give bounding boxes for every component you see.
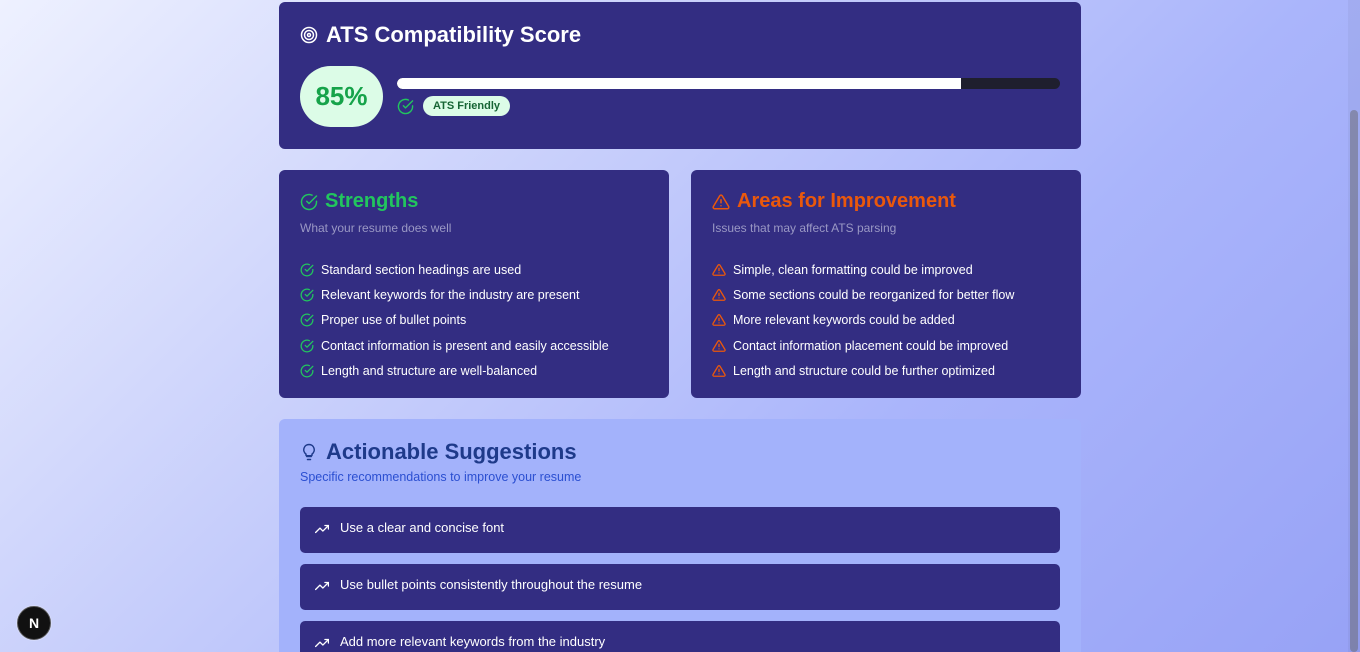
check-circle-icon (300, 313, 314, 327)
check-circle-icon (300, 193, 318, 210)
strength-text: Contact information is present and easil… (321, 338, 609, 353)
improvement-item: Simple, clean formatting could be improv… (712, 257, 1014, 282)
warning-triangle-icon (712, 263, 726, 276)
ats-score-title: ATS Compatibility Score (326, 22, 582, 47)
ats-score-card: ATS Compatibility Score 85% ATS Friendly (279, 2, 1081, 149)
strengths-title: Strengths (325, 190, 419, 212)
trending-up-icon (315, 524, 329, 534)
nextjs-dev-indicator-button[interactable]: N (17, 606, 51, 640)
trending-up-icon (315, 581, 329, 591)
strength-text: Relevant keywords for the industry are p… (321, 287, 580, 302)
score-progress-bar (397, 78, 1060, 89)
score-value-badge: 85% (300, 66, 383, 127)
improvements-title: Areas for Improvement (737, 190, 956, 212)
suggestions-panel: Actionable Suggestions Specific recommen… (279, 419, 1081, 652)
ats-score-heading: ATS Compatibility Score (300, 22, 581, 48)
strength-text: Standard section headings are used (321, 262, 522, 277)
ats-friendly-badge: ATS Friendly (423, 96, 511, 116)
warning-triangle-icon (712, 289, 726, 301)
improvement-text: More relevant keywords could be added (733, 313, 955, 328)
improvement-text: Contact information placement could be i… (733, 338, 1009, 353)
scrollbar-thumb[interactable] (1350, 110, 1358, 652)
check-circle-icon (300, 288, 314, 302)
strength-item: Relevant keywords for the industry are p… (300, 282, 609, 307)
strength-item: Standard section headings are used (300, 257, 609, 282)
warning-triangle-icon (712, 193, 730, 209)
improvement-item: Length and structure could be further op… (712, 358, 1014, 383)
check-circle-icon (300, 339, 314, 352)
strengths-list: Standard section headings are used Relev… (300, 257, 609, 383)
score-progress-fill (397, 78, 961, 89)
nextjs-logo-icon: N (28, 615, 40, 631)
ats-status-row: ATS Friendly (397, 96, 511, 116)
strength-text: Proper use of bullet points (321, 313, 467, 328)
improvement-text: Simple, clean formatting could be improv… (733, 262, 973, 277)
warning-triangle-icon (712, 339, 726, 352)
warning-triangle-icon (712, 364, 726, 377)
lightbulb-icon (303, 443, 315, 461)
page-scrollbar[interactable] (1348, 0, 1360, 652)
suggestion-item: Use bullet points consistently throughou… (300, 564, 1060, 610)
improvement-text: Length and structure could be further op… (733, 363, 995, 378)
strength-item: Length and structure are well-balanced (300, 358, 609, 383)
improvements-list: Simple, clean formatting could be improv… (712, 257, 1014, 383)
suggestion-item: Use a clear and concise font (300, 507, 1060, 553)
improvements-heading: Areas for Improvement (712, 190, 956, 213)
check-circle-icon (397, 98, 414, 114)
score-value: 85% (315, 81, 368, 111)
strengths-card: Strengths What your resume does well Sta… (279, 170, 669, 398)
check-circle-icon (300, 364, 314, 378)
strength-text: Length and structure are well-balanced (321, 363, 538, 378)
strengths-heading: Strengths (300, 190, 418, 213)
check-circle-icon (300, 263, 314, 277)
improvement-item: More relevant keywords could be added (712, 308, 1014, 333)
strength-item: Contact information is present and easil… (300, 333, 609, 358)
warning-triangle-icon (712, 314, 726, 327)
strengths-subtitle: What your resume does well (300, 221, 452, 235)
improvements-card: Areas for Improvement Issues that may af… (691, 170, 1081, 398)
improvements-subtitle: Issues that may affect ATS parsing (712, 221, 897, 235)
suggestions-subtitle: Specific recommendations to improve your… (300, 470, 582, 484)
suggestions-title: Actionable Suggestions (326, 439, 577, 464)
suggestion-item: Add more relevant keywords from the indu… (300, 621, 1060, 652)
improvement-item: Contact information placement could be i… (712, 333, 1014, 358)
suggestion-text: Use a clear and concise font (340, 520, 505, 535)
suggestion-text: Add more relevant keywords from the indu… (340, 634, 606, 649)
suggestion-text: Use bullet points consistently throughou… (340, 577, 643, 592)
suggestions-heading: Actionable Suggestions (300, 439, 577, 465)
improvement-text: Some sections could be reorganized for b… (733, 287, 1015, 302)
trending-up-icon (315, 638, 329, 648)
strength-item: Proper use of bullet points (300, 308, 609, 333)
target-icon (300, 26, 318, 44)
improvement-item: Some sections could be reorganized for b… (712, 282, 1014, 307)
